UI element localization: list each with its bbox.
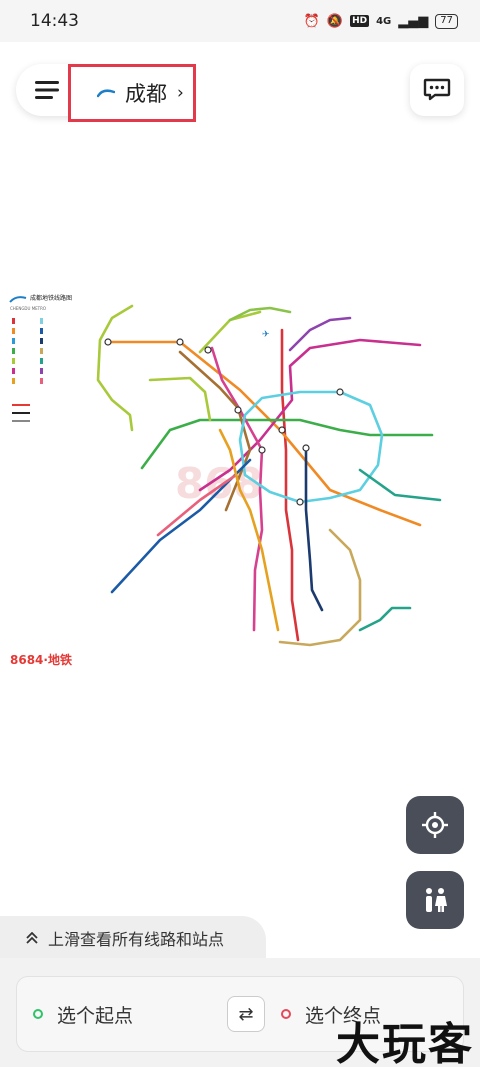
metro-map-canvas[interactable]: 成都地铁线路图 CHENGDU METRO 868 ✈ (0, 130, 480, 910)
metro-lines (96, 304, 442, 647)
watermark: 大玩客 (336, 1019, 474, 1067)
legend-title: 成都地铁线路图 (30, 294, 72, 302)
battery-icon: 77 (435, 13, 458, 29)
svg-text:868: 868 (175, 459, 263, 508)
status-bar: 14:43 ⏰ 🔕 HD 4G ▂▄▆ 77 (0, 0, 480, 42)
double-chevron-up-icon (26, 932, 38, 944)
messages-button[interactable] (410, 64, 464, 116)
signal-icon: 4G (376, 15, 392, 27)
metro-logo-icon (97, 89, 115, 98)
chevron-right-icon: › (177, 83, 184, 103)
svg-text:✈: ✈ (262, 330, 270, 340)
swipe-up-hint[interactable]: 上滑查看所有线路和站点 (0, 916, 266, 960)
map-brand-logo: 8684·地铁 (10, 653, 72, 667)
mute-bell-icon: 🔕 (326, 13, 344, 29)
swipe-hint-text: 上滑查看所有线路和站点 (48, 930, 225, 949)
crosshair-icon (422, 812, 448, 838)
start-placeholder: 选个起点 (57, 1004, 134, 1027)
hd-badge: HD (350, 15, 370, 27)
alarm-icon: ⏰ (303, 13, 320, 29)
start-dot-icon (33, 1009, 43, 1019)
hamburger-menu-icon (35, 81, 59, 99)
swap-stations-button[interactable]: ⇄ (227, 996, 265, 1032)
metro-map[interactable]: 成都地铁线路图 CHENGDU METRO 868 ✈ 8684·地铁 (0, 130, 480, 910)
locate-button[interactable] (406, 796, 464, 854)
restroom-button[interactable] (406, 871, 464, 929)
end-dot-icon (281, 1009, 291, 1019)
status-time: 14:43 (30, 11, 79, 31)
map-legend: 成都地铁线路图 CHENGDU METRO (9, 294, 72, 422)
restroom-icon (426, 888, 447, 912)
city-name: 成都 (125, 82, 167, 106)
city-selector-button[interactable]: 成都 › (68, 64, 196, 122)
status-icons: ⏰ 🔕 HD 4G ▂▄▆ 77 (303, 13, 458, 29)
chat-bubble-icon (423, 78, 451, 101)
legend-subtitle: CHENGDU METRO (10, 306, 46, 311)
start-station-field[interactable]: 选个起点 (17, 1001, 227, 1028)
cellular-bars-icon: ▂▄▆ (398, 13, 429, 29)
